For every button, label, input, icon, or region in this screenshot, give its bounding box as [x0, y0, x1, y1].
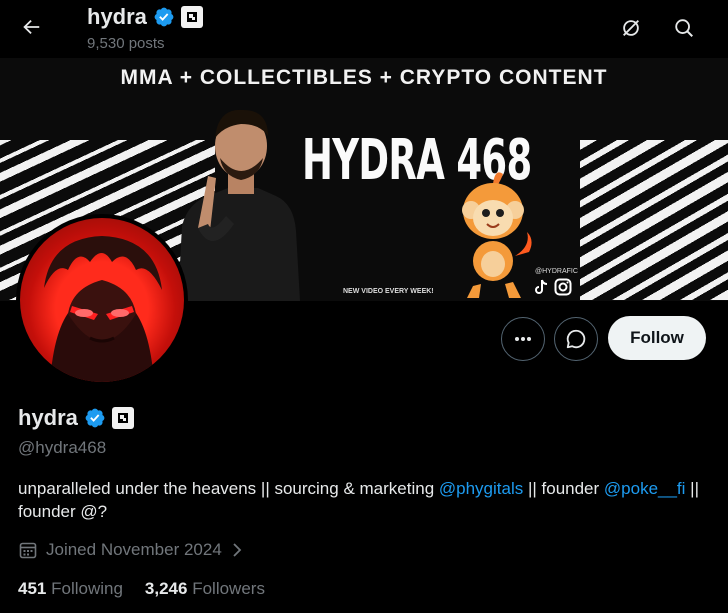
affiliate-badge-icon[interactable] — [180, 6, 203, 28]
following-count: 451 — [18, 579, 47, 598]
follow-button[interactable]: Follow — [608, 316, 706, 360]
banner-character-image — [462, 172, 532, 298]
posts-count: 9,530 posts — [87, 35, 165, 52]
verified-badge-icon — [154, 7, 174, 27]
search-icon — [675, 19, 693, 37]
search-button[interactable] — [665, 9, 703, 47]
bio-text: unparalleled under the heavens || sourci… — [18, 479, 439, 498]
banner-person-image — [178, 109, 300, 301]
header-title: hydra — [87, 4, 203, 30]
message-button[interactable] — [554, 317, 598, 361]
profile-name-row: hydra — [18, 405, 134, 431]
top-header: hydra 9,530 posts — [0, 0, 728, 58]
bio-text: || founder — [523, 479, 604, 498]
joined-date-row[interactable]: Joined November 2024 — [18, 540, 244, 560]
tiktok-icon — [535, 279, 548, 294]
calendar-icon — [19, 542, 37, 559]
profile-handle: @hydra468 — [18, 438, 107, 457]
more-options-button[interactable] — [501, 317, 545, 361]
header-name: hydra — [87, 4, 147, 29]
banner-social-icons — [532, 278, 572, 296]
profile-bio: unparalleled under the heavens || sourci… — [18, 477, 708, 523]
following-link[interactable]: 451 Following — [18, 579, 123, 599]
followers-label: Followers — [192, 579, 265, 598]
bio-link-phygitals[interactable]: @phygitals — [439, 479, 523, 498]
profile-name: hydra — [18, 405, 78, 430]
back-button[interactable] — [12, 8, 50, 46]
bio-link-poke-fi[interactable]: @poke__fi — [604, 479, 686, 498]
verified-badge-icon[interactable] — [84, 407, 106, 429]
banner-tagline: MMA + COLLECTIBLES + CRYPTO CONTENT — [120, 66, 608, 89]
grok-icon — [623, 20, 639, 36]
following-label: Following — [51, 579, 123, 598]
more-icon — [515, 337, 531, 341]
followers-count: 3,246 — [144, 579, 188, 598]
banner-zebra-right — [580, 140, 728, 300]
follow-stats: 451 Following 3,246 Followers — [18, 579, 265, 599]
banner-social-handle: @HYDRAFIC — [535, 268, 578, 275]
avatar-image — [20, 218, 184, 382]
banner-subline: NEW VIDEO EVERY WEEK! — [343, 288, 434, 295]
followers-link[interactable]: 3,246 Followers — [145, 579, 265, 599]
joined-date: Joined November 2024 — [46, 540, 222, 559]
affiliate-badge-icon[interactable] — [111, 407, 134, 429]
instagram-icon — [554, 278, 572, 296]
chevron-right-icon — [233, 543, 242, 557]
back-arrow-icon — [23, 19, 40, 35]
profile-avatar[interactable] — [16, 214, 188, 386]
grok-button[interactable] — [612, 9, 650, 47]
message-icon — [566, 329, 586, 349]
